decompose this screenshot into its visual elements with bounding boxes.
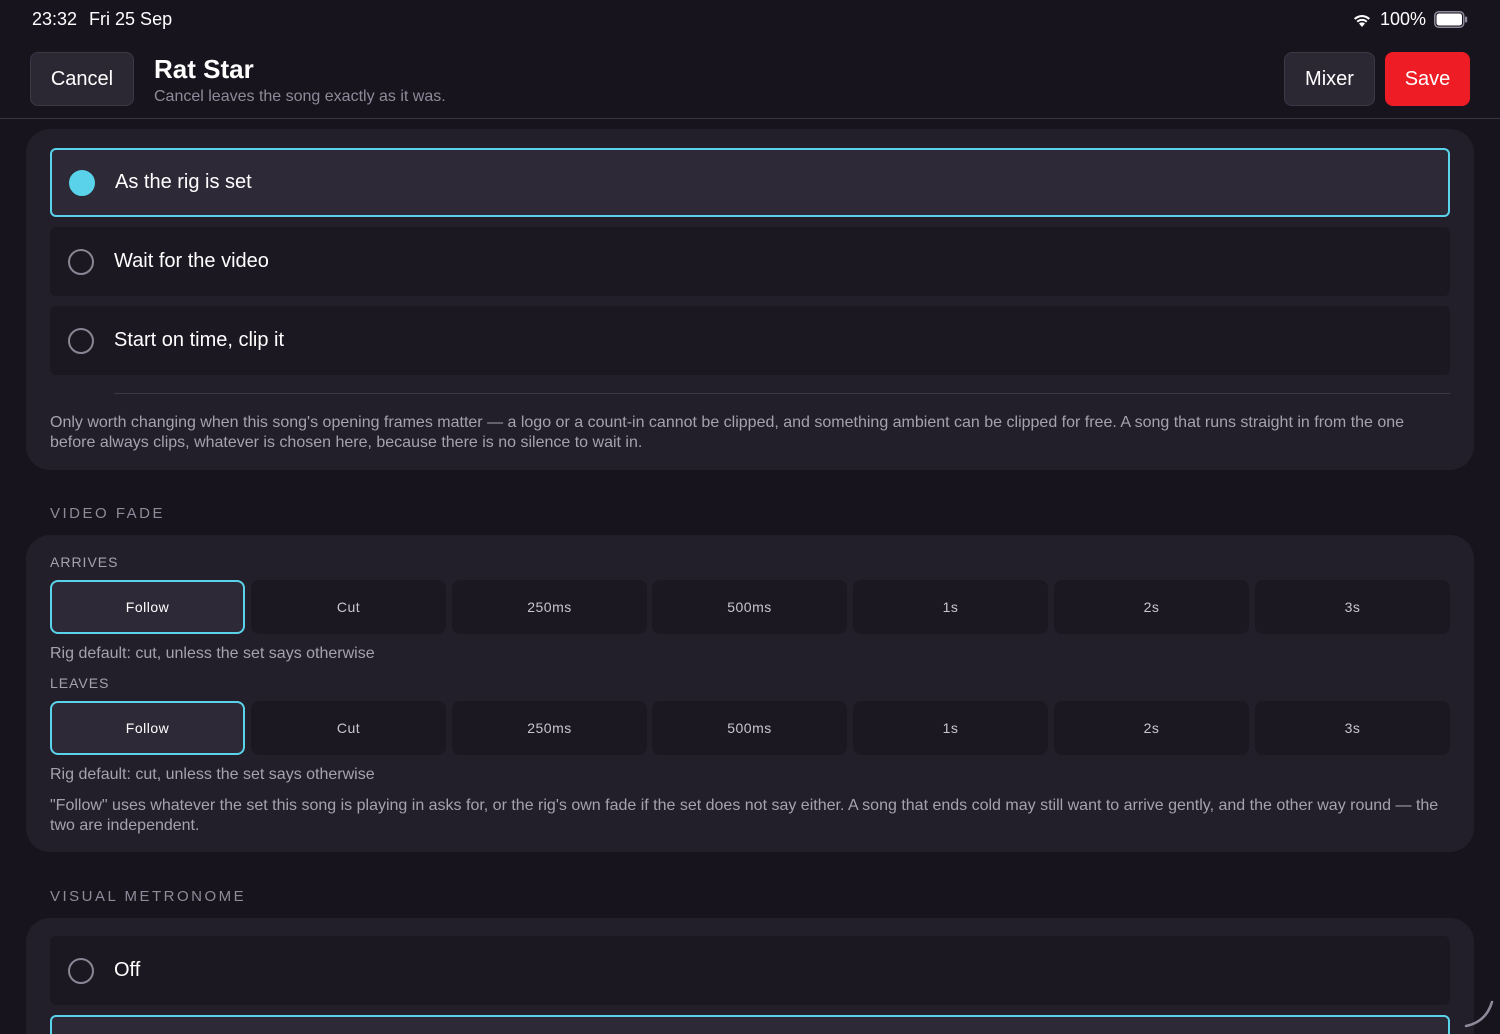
arrives-segmented-control: Follow Cut 250ms 500ms 1s 2s 3s	[50, 580, 1450, 634]
option-label: Off	[114, 959, 141, 981]
arrives-label: ARRIVES	[50, 554, 119, 570]
arrives-option-3s[interactable]: 3s	[1255, 580, 1450, 634]
leaves-segmented-control: Follow Cut 250ms 500ms 1s 2s 3s	[50, 701, 1450, 755]
leaves-option-follow[interactable]: Follow	[50, 701, 245, 755]
option-label: As the rig is set	[115, 171, 252, 193]
video-fade-note: "Follow" uses whatever the set this song…	[50, 797, 1439, 834]
radio-empty-icon	[68, 248, 94, 275]
radio-empty-icon	[68, 957, 94, 984]
leaves-hint: Rig default: cut, unless the set says ot…	[50, 766, 375, 783]
option-label: Start on time, clip it	[114, 329, 285, 351]
scroll-indicator-icon	[1464, 1000, 1494, 1028]
arrives-option-500ms[interactable]: 500ms	[652, 580, 847, 634]
song-subtitle: Cancel leaves the song exactly as it was…	[154, 88, 446, 105]
visual-metronome-card: Off	[26, 918, 1474, 1034]
status-bar: 23:32 Fri 25 Sep 100%	[0, 0, 1500, 40]
option-as-rig-set[interactable]: As the rig is set	[50, 148, 1450, 217]
metronome-option-off[interactable]: Off	[50, 936, 1450, 1005]
cancel-button[interactable]: Cancel	[30, 52, 134, 106]
radio-empty-icon	[68, 327, 94, 354]
editor-header: Cancel Rat Star Cancel leaves the song e…	[0, 40, 1500, 119]
option-label: Wait for the video	[114, 250, 269, 272]
arrives-option-2s[interactable]: 2s	[1054, 580, 1249, 634]
start-timing-note: Only worth changing when this song's ope…	[50, 414, 1405, 451]
battery-icon	[1434, 11, 1468, 28]
divider	[114, 393, 1450, 394]
battery-percent: 100%	[1379, 9, 1426, 29]
leaves-option-500ms[interactable]: 500ms	[652, 701, 847, 755]
section-label-video-fade: VIDEO FADE	[50, 505, 166, 522]
song-title: Rat Star	[154, 54, 254, 84]
arrives-option-250ms[interactable]: 250ms	[452, 580, 647, 634]
section-label-visual-metronome: VISUAL METRONOME	[50, 888, 247, 905]
status-indicators: 100%	[1352, 9, 1468, 30]
save-button[interactable]: Save	[1385, 52, 1470, 106]
leaves-option-cut[interactable]: Cut	[251, 701, 446, 755]
status-time: 23:32	[32, 9, 78, 29]
status-clock: 23:32 Fri 25 Sep	[32, 9, 172, 30]
radio-selected-icon	[69, 169, 95, 196]
leaves-option-250ms[interactable]: 250ms	[452, 701, 647, 755]
status-date: Fri 25 Sep	[89, 9, 173, 29]
arrives-option-cut[interactable]: Cut	[251, 580, 446, 634]
video-fade-card: ARRIVES Follow Cut 250ms 500ms 1s 2s 3s …	[26, 535, 1474, 852]
arrives-hint: Rig default: cut, unless the set says ot…	[50, 645, 375, 662]
arrives-option-1s[interactable]: 1s	[853, 580, 1048, 634]
metronome-option-selected[interactable]	[50, 1015, 1450, 1034]
start-timing-card: As the rig is set Wait for the video Sta…	[26, 129, 1474, 470]
option-start-on-time[interactable]: Start on time, clip it	[50, 306, 1450, 375]
leaves-option-2s[interactable]: 2s	[1054, 701, 1249, 755]
leaves-label: LEAVES	[50, 675, 110, 691]
wifi-icon	[1353, 14, 1370, 27]
mixer-button[interactable]: Mixer	[1284, 52, 1375, 106]
option-wait-for-video[interactable]: Wait for the video	[50, 227, 1450, 296]
arrives-option-follow[interactable]: Follow	[50, 580, 245, 634]
leaves-option-3s[interactable]: 3s	[1255, 701, 1450, 755]
leaves-option-1s[interactable]: 1s	[853, 701, 1048, 755]
